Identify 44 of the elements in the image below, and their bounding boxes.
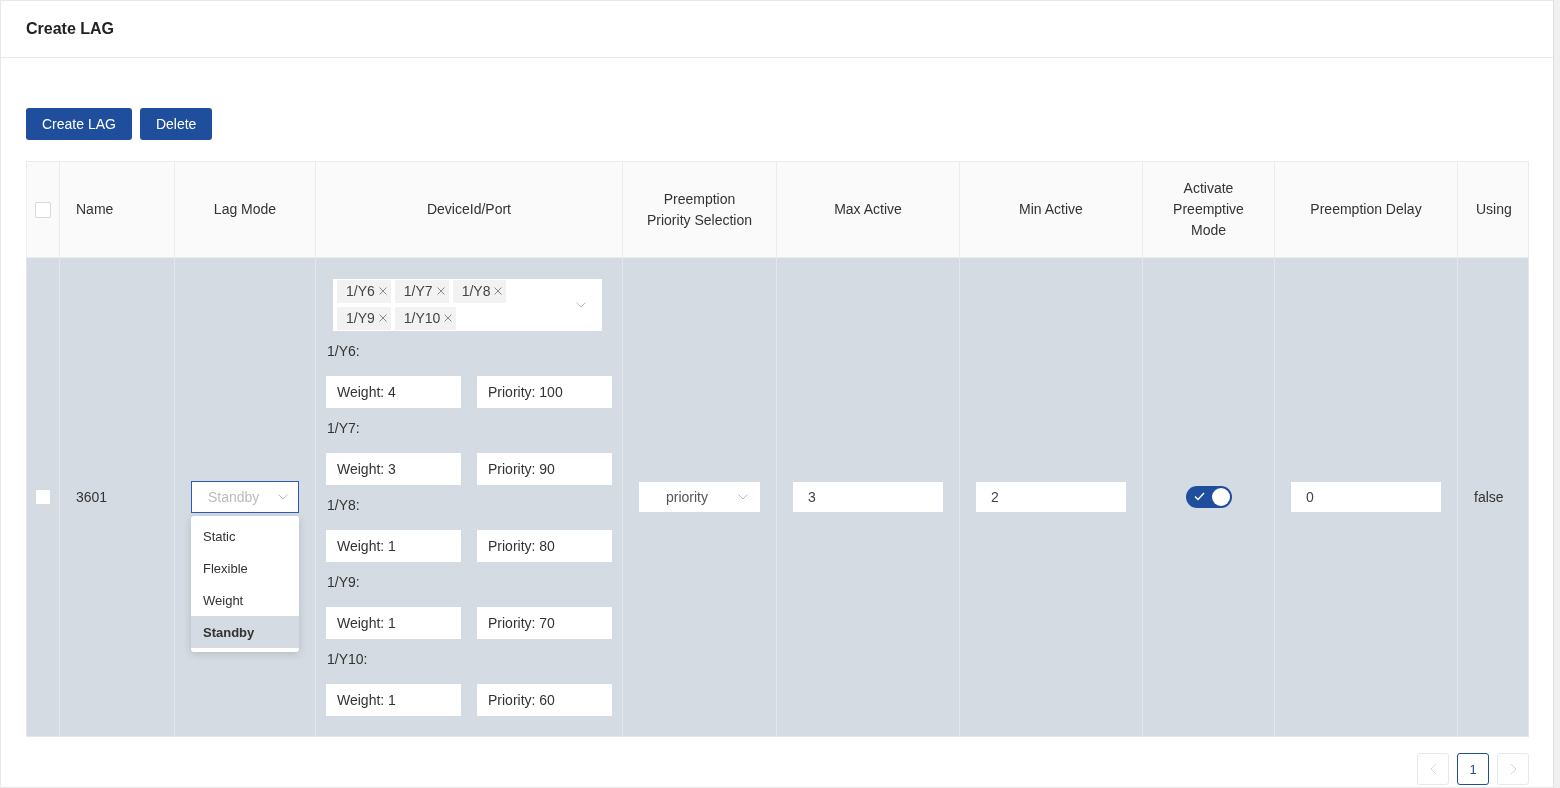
- port-label: 1/Y9:: [327, 573, 361, 592]
- port-label: 1/Y7:: [327, 419, 361, 438]
- dropdown-option[interactable]: Flexible: [191, 552, 299, 584]
- dropdown-option[interactable]: Static: [191, 520, 299, 552]
- port-tag: 1/Y7: [394, 279, 449, 303]
- column-header: Min Active: [959, 161, 1143, 258]
- priority-field[interactable]: Priority: 80: [477, 529, 612, 562]
- page-title: Create LAG: [26, 20, 115, 38]
- column-header: Lag Mode: [174, 161, 316, 258]
- column-header: Name: [59, 161, 175, 258]
- column-header: Preemption Delay: [1274, 161, 1458, 258]
- create-button[interactable]: Create LAG: [26, 108, 132, 140]
- page-button[interactable]: 1: [1457, 753, 1489, 785]
- column-header: DeviceId/Port: [315, 161, 623, 258]
- priority-field[interactable]: Priority: 90: [477, 452, 612, 485]
- priority-select[interactable]: priority: [639, 482, 760, 512]
- port-tag: 1/Y9: [337, 306, 391, 330]
- column-header: Preemption Priority Selection: [622, 161, 777, 258]
- priority-field[interactable]: Priority: 60: [477, 683, 612, 716]
- port-label: 1/Y6:: [327, 342, 361, 361]
- weight-field[interactable]: Weight: 1: [326, 683, 461, 716]
- port-tag: 1/Y8: [452, 279, 507, 303]
- weight-field[interactable]: Weight: 1: [326, 606, 461, 639]
- column-header: Max Active: [776, 161, 960, 258]
- port-label: 1/Y10:: [327, 650, 369, 669]
- port-multiselect[interactable]: 1/Y6 1/Y7 1/Y8 1/Y9 1/Y10: [333, 278, 602, 331]
- port-label: 1/Y8:: [327, 496, 361, 515]
- port-tag: 1/Y6: [337, 279, 391, 303]
- column-header: Using: [1457, 161, 1529, 258]
- port-tag: 1/Y10: [394, 306, 457, 330]
- priority-field[interactable]: Priority: 100: [477, 375, 612, 408]
- weight-field[interactable]: Weight: 3: [326, 452, 461, 485]
- delay-field[interactable]: 0: [1291, 482, 1441, 512]
- name-cell: 3601: [76, 489, 108, 505]
- max-active-field[interactable]: 3: [793, 482, 943, 512]
- weight-field[interactable]: Weight: 1: [326, 529, 461, 562]
- min-active-field[interactable]: 2: [976, 482, 1126, 512]
- delete-button[interactable]: Delete: [139, 108, 213, 140]
- weight-field[interactable]: Weight: 4: [326, 375, 461, 408]
- dropdown-option[interactable]: Standby: [191, 616, 299, 648]
- using-cell: false: [1474, 489, 1504, 505]
- column-header: Activate Preemptive Mode: [1142, 161, 1275, 258]
- dropdown-option[interactable]: Weight: [191, 584, 299, 616]
- priority-field[interactable]: Priority: 70: [477, 606, 612, 639]
